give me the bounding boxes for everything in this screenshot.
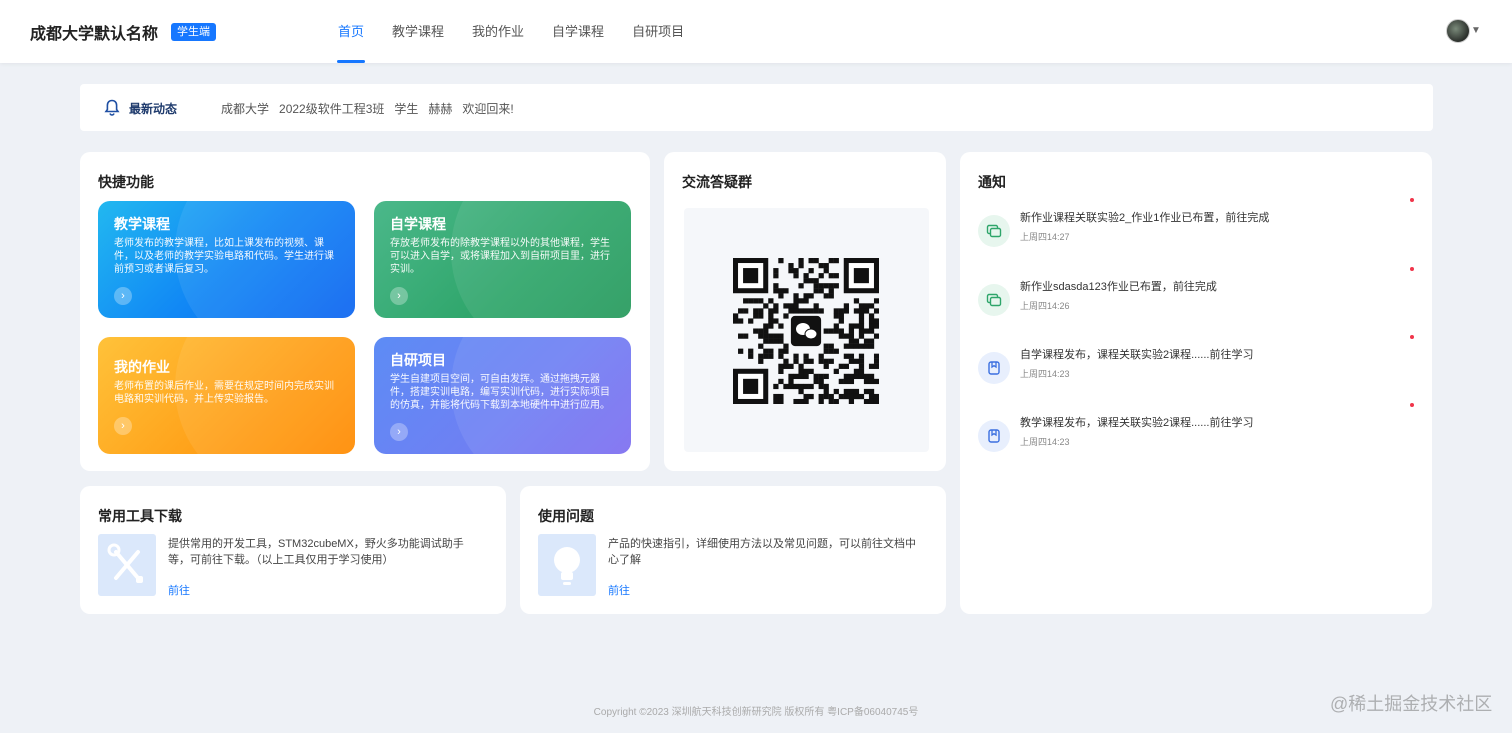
qa-group-card: 交流答疑群 [664,152,946,471]
tools-desc: 提供常用的开发工具，STM32cubeMX，野火多功能调试助手等，可前往下载。（… [168,538,464,566]
tools-go-link[interactable]: 前往 [168,582,190,598]
usage-title: 使用问题 [538,508,594,524]
tile-projects[interactable]: 自研项目 学生自建项目空间，可自由发挥。通过拖拽元器件，搭建实训电路，编写实训代… [374,337,631,454]
brand-title: 成都大学默认名称 [30,26,159,43]
chevron-right-icon[interactable]: › [114,287,132,305]
course-icon [978,352,1010,384]
nav-teaching-courses[interactable]: 教学课程 [378,0,458,63]
chevron-right-icon[interactable]: › [390,287,408,305]
notifications-card: 通知 新作业课程关联实验2_作业1作业已布置，前往完成 上周四14:27 新作业… [960,152,1432,614]
notification-text: 教学课程发布，课程关联实验2课程......前往学习 [1020,417,1254,429]
course-icon [978,420,1010,452]
notification-time: 上周四14:23 [1020,369,1070,379]
watermark: @稀土掘金技术社区 [1330,694,1493,714]
tools-download-card: 常用工具下载 提供常用的开发工具，STM32cubeMX，野火多功能调试助手等，… [80,486,506,614]
notification-text: 自学课程发布，课程关联实验2课程......前往学习 [1020,349,1254,361]
tile-desc: 存放老师发布的除教学课程以外的其他课程，学生可以进入自学，或将课程加入到自研项目… [390,238,610,275]
qr-code-icon [733,258,879,404]
tile-self-study[interactable]: 自学课程 存放老师发布的除教学课程以外的其他课程，学生可以进入自学，或将课程加入… [374,201,631,318]
school-name: 成都大学 [221,102,270,116]
class-name: 2022级软件工程3班 [279,102,385,116]
notification-item[interactable]: 新作业sdasda123作业已布置，前往完成 上周四14:26 [978,267,1418,328]
notification-item[interactable]: 教学课程发布，课程关联实验2课程......前往学习 上周四14:23 [978,403,1418,464]
chevron-right-icon[interactable]: › [114,417,132,435]
quick-functions-card: 快捷功能 教学课程 老师发布的教学课程，比如上课发布的视频、课件，以及老师的教学… [80,152,650,471]
tile-title: 自学课程 [390,216,446,232]
notification-time: 上周四14:23 [1020,437,1070,447]
tile-desc: 老师发布的教学课程，比如上课发布的视频、课件，以及老师的教学实验电路和代码。学生… [114,238,334,275]
main-nav: 首页 教学课程 我的作业 自学课程 自研项目 [324,0,698,63]
notification-text: 新作业课程关联实验2_作业1作业已布置，前往完成 [1020,212,1270,224]
nav-projects[interactable]: 自研项目 [618,0,698,63]
notification-item[interactable]: 自学课程发布，课程关联实验2课程......前往学习 上周四14:23 [978,335,1418,396]
bell-icon [104,99,120,116]
role-badge: 学生端 [171,23,216,41]
footer-copyright: Copyright ©2023 深圳航天科技创新研究院 版权所有 粤ICP备06… [593,707,919,718]
tile-desc: 老师布置的课后作业，需要在规定时间内完成实训电路和实训代码，并上传实验报告。 [114,381,334,405]
homework-icon [978,284,1010,316]
nav-self-study[interactable]: 自学课程 [538,0,618,63]
news-bar: 最新动态 成都大学 2022级软件工程3班 学生 赫赫 欢迎回来! [80,84,1433,131]
nav-my-homework[interactable]: 我的作业 [458,0,538,63]
user-role: 学生 [394,102,419,116]
quick-functions-title: 快捷功能 [98,174,154,190]
news-title: 最新动态 [129,102,178,116]
tools-icon [98,534,156,596]
avatar[interactable] [1446,19,1470,43]
tile-title: 自研项目 [390,352,446,368]
notification-item[interactable]: 新作业课程关联实验2_作业1作业已布置，前往完成 上周四14:27 [978,198,1418,259]
qr-box [684,208,929,452]
nav-home[interactable]: 首页 [324,0,378,63]
top-header: 成都大学默认名称 学生端 首页 教学课程 我的作业 自学课程 自研项目 ▼ [0,0,1512,63]
welcome-text: 成都大学 2022级软件工程3班 学生 赫赫 欢迎回来! [221,100,514,117]
tile-title: 我的作业 [114,359,170,375]
notification-time: 上周四14:26 [1020,301,1070,311]
tools-title: 常用工具下载 [98,508,182,524]
unread-dot [1410,267,1414,271]
tile-title: 教学课程 [114,216,170,232]
chevron-down-icon[interactable]: ▼ [1471,25,1481,36]
notification-time: 上周四14:27 [1020,232,1070,242]
unread-dot [1410,198,1414,202]
qa-group-title: 交流答疑群 [682,174,752,190]
usage-go-link[interactable]: 前往 [608,582,630,598]
chevron-right-icon[interactable]: › [390,423,408,441]
tile-teaching-courses[interactable]: 教学课程 老师发布的教学课程，比如上课发布的视频、课件，以及老师的教学实验电路和… [98,201,355,318]
unread-dot [1410,335,1414,339]
unread-dot [1410,403,1414,407]
notifications-title: 通知 [978,174,1006,190]
user-name: 赫赫 [428,102,453,116]
tile-desc: 学生自建项目空间，可自由发挥。通过拖拽元器件，搭建实训电路，编写实训代码，进行实… [390,374,610,411]
lightbulb-icon [538,534,596,596]
homework-icon [978,215,1010,247]
tile-my-homework[interactable]: 我的作业 老师布置的课后作业，需要在规定时间内完成实训电路和实训代码，并上传实验… [98,337,355,454]
usage-desc: 产品的快速指引，详细使用方法以及常见问题，可以前往文档中心了解 [608,538,916,566]
notification-text: 新作业sdasda123作业已布置，前往完成 [1020,281,1217,293]
welcome-message: 欢迎回来! [462,102,514,116]
usage-help-card: 使用问题 产品的快速指引，详细使用方法以及常见问题，可以前往文档中心了解 前往 [520,486,946,614]
